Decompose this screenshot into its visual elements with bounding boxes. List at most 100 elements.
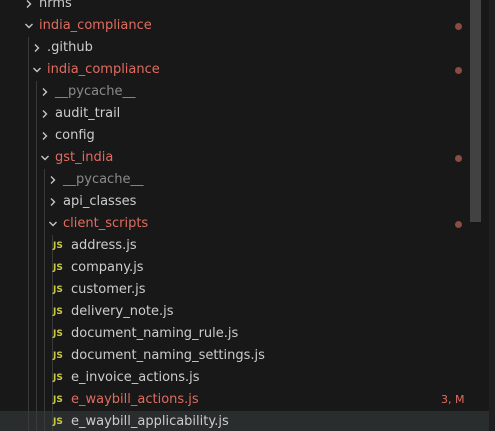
tree-folder-row[interactable]: __pycache__ — [0, 169, 495, 191]
tree-item-label: company.js — [71, 260, 144, 275]
indent-guide — [44, 411, 45, 431]
tree-item-label: client_scripts — [63, 216, 149, 231]
indent-guide — [44, 279, 45, 301]
scrollbar-thumb[interactable] — [470, 0, 481, 222]
indent-guide — [28, 389, 29, 411]
indent-guide — [44, 389, 45, 411]
indent-guide — [44, 323, 45, 345]
chevron-right-icon[interactable] — [38, 103, 52, 125]
javascript-file-icon: JS — [53, 395, 63, 405]
indent-guide — [44, 191, 45, 213]
tree-item-label: __pycache__ — [63, 172, 144, 187]
javascript-file-icon: JS — [53, 307, 63, 317]
indent-guide — [36, 345, 37, 367]
tree-item-label: __pycache__ — [55, 84, 136, 99]
indent-guide — [28, 345, 29, 367]
chevron-right-icon[interactable] — [30, 37, 44, 59]
tree-folder-row[interactable]: .github — [0, 37, 495, 59]
tree-item-label: delivery_note.js — [71, 304, 174, 319]
indent-guide — [44, 367, 45, 389]
indent-guide — [36, 81, 37, 103]
indent-guide — [28, 213, 29, 235]
indent-guide — [28, 367, 29, 389]
tree-file-row[interactable]: JS document_naming_settings.js — [0, 345, 495, 367]
indent-guide — [28, 103, 29, 125]
tree-folder-row[interactable]: __pycache__ — [0, 81, 495, 103]
tree-file-row[interactable]: JS company.js — [0, 257, 495, 279]
tree-item-label: gst_india — [55, 150, 114, 165]
file-explorer: hrms india_compliance .github india_complia… — [0, 0, 495, 431]
javascript-file-icon: JS — [53, 263, 63, 273]
tree-folder-row[interactable]: config — [0, 125, 495, 147]
chevron-down-icon[interactable] — [38, 147, 52, 169]
indent-guide — [36, 191, 37, 213]
indent-guide — [28, 323, 29, 345]
javascript-file-icon: JS — [53, 351, 63, 361]
indent-guide — [36, 389, 37, 411]
tree-folder-row[interactable]: india_compliance — [0, 59, 495, 81]
tree-file-row[interactable]: JS e_invoice_actions.js — [0, 367, 495, 389]
tree-item-label: document_naming_rule.js — [71, 326, 239, 341]
javascript-file-icon: JS — [53, 329, 63, 339]
modified-dot-icon — [455, 67, 462, 74]
indent-guide — [36, 147, 37, 169]
indent-guide — [36, 125, 37, 147]
indent-guide — [28, 59, 29, 81]
indent-guide — [28, 279, 29, 301]
indent-guide — [36, 235, 37, 257]
tree-file-row[interactable]: JS delivery_note.js — [0, 301, 495, 323]
tree-file-row[interactable]: JS customer.js — [0, 279, 495, 301]
tree-item-label: e_invoice_actions.js — [71, 370, 200, 385]
tree-folder-row[interactable]: api_classes — [0, 191, 495, 213]
indent-guide — [36, 169, 37, 191]
indent-guide — [28, 169, 29, 191]
chevron-down-icon[interactable] — [30, 59, 44, 81]
tree-item-label: india_compliance — [47, 62, 160, 77]
tree-file-row[interactable]: JS e_waybill_actions.js 3, M — [0, 389, 495, 411]
tree-folder-row[interactable]: gst_india — [0, 147, 495, 169]
indent-guide — [36, 257, 37, 279]
tree-item-label: e_waybill_applicability.js — [71, 414, 229, 429]
chevron-right-icon[interactable] — [46, 191, 60, 213]
javascript-file-icon: JS — [53, 373, 63, 383]
tree-item-label: india_compliance — [39, 18, 152, 33]
chevron-down-icon[interactable] — [46, 213, 60, 235]
indent-guide — [44, 235, 45, 257]
tree-item-label: .github — [47, 40, 93, 55]
tree-folder-row[interactable]: hrms — [0, 0, 495, 15]
indent-guide — [44, 213, 45, 235]
indent-guide — [44, 345, 45, 367]
modified-dot-icon — [455, 23, 462, 30]
tree-item-label: customer.js — [71, 282, 146, 297]
tree-item-label: e_waybill_actions.js — [71, 392, 199, 407]
indent-guide — [28, 257, 29, 279]
chevron-right-icon[interactable] — [22, 0, 36, 15]
chevron-down-icon[interactable] — [22, 15, 36, 37]
modified-dot-icon — [455, 155, 462, 162]
indent-guide — [44, 257, 45, 279]
indent-guide — [36, 323, 37, 345]
javascript-file-icon: JS — [53, 285, 63, 295]
tree-file-row[interactable]: JS e_waybill_applicability.js — [0, 411, 495, 431]
indent-guide — [28, 235, 29, 257]
indent-guide — [28, 191, 29, 213]
tree-folder-row[interactable]: audit_trail — [0, 103, 495, 125]
javascript-file-icon: JS — [53, 417, 63, 427]
indent-guide — [36, 213, 37, 235]
javascript-file-icon: JS — [53, 241, 63, 251]
tree-folder-row[interactable]: client_scripts — [0, 213, 495, 235]
tree-file-row[interactable]: JS address.js — [0, 235, 495, 257]
chevron-right-icon[interactable] — [46, 169, 60, 191]
tree-file-row[interactable]: JS document_naming_rule.js — [0, 323, 495, 345]
indent-guide — [28, 37, 29, 59]
git-status-badge: 3, M — [441, 393, 465, 406]
indent-guide — [44, 301, 45, 323]
chevron-right-icon[interactable] — [38, 125, 52, 147]
indent-guide — [36, 279, 37, 301]
indent-guide — [28, 125, 29, 147]
chevron-right-icon[interactable] — [38, 81, 52, 103]
indent-guide — [36, 411, 37, 431]
indent-guide — [28, 301, 29, 323]
tree-item-label: hrms — [39, 0, 72, 11]
tree-folder-row[interactable]: india_compliance — [0, 15, 495, 37]
